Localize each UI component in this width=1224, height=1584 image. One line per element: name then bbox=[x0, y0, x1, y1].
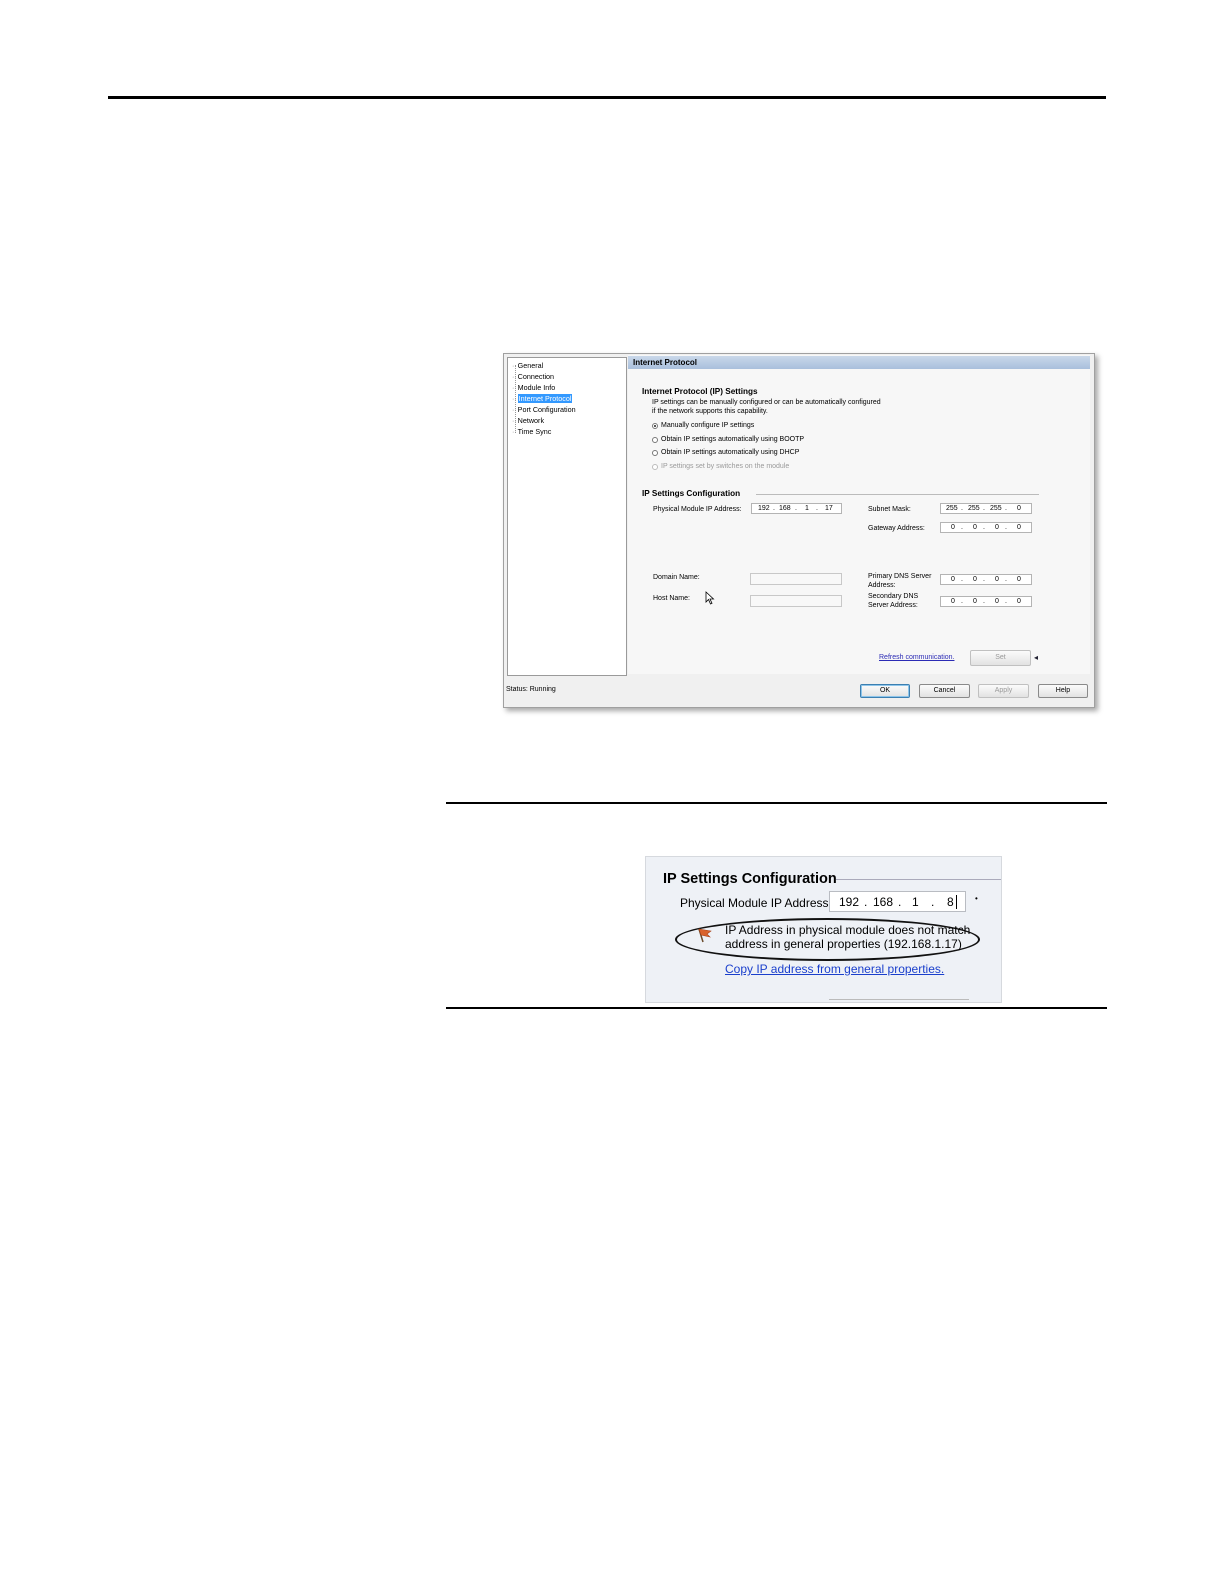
warning-line-2: address in general properties (192.168.1… bbox=[725, 937, 962, 951]
cancel-button[interactable]: Cancel bbox=[919, 684, 970, 698]
primary-dns-input[interactable]: 0. 0. 0. 0 bbox=[940, 574, 1032, 585]
zoom-config-heading: IP Settings Configuration bbox=[663, 871, 837, 887]
section-rule-top bbox=[446, 802, 1107, 804]
host-name-input[interactable] bbox=[750, 595, 842, 607]
ip-settings-description-2: if the network supports this capability. bbox=[652, 408, 768, 415]
help-button[interactable]: Help bbox=[1038, 684, 1088, 698]
tree-item-port-configuration[interactable]: ··Port Configuration bbox=[512, 405, 576, 415]
apply-button: Apply bbox=[978, 684, 1029, 698]
ip-settings-description-1: IP settings can be manually configured o… bbox=[652, 399, 881, 406]
refresh-communication-link[interactable]: Refresh communication. bbox=[879, 654, 954, 661]
ip-settings-config-heading: IP Settings Configuration bbox=[642, 489, 741, 498]
warning-line-1: IP Address in physical module does not m… bbox=[725, 923, 971, 937]
config-divider bbox=[756, 494, 1039, 495]
panel-title: Internet Protocol bbox=[628, 356, 1090, 369]
asterisk-marker-icon: • bbox=[975, 894, 978, 903]
section-rule-bottom bbox=[446, 1007, 1107, 1009]
module-properties-dialog: ··General ··Connection ··Module Info ·· I… bbox=[503, 353, 1095, 708]
host-name-label: Host Name: bbox=[653, 595, 690, 602]
secondary-dns-label-1: Secondary DNS bbox=[868, 593, 919, 600]
domain-name-input[interactable] bbox=[750, 573, 842, 585]
internet-protocol-panel: Internet Protocol Internet Protocol (IP)… bbox=[628, 355, 1090, 674]
gateway-label: Gateway Address: bbox=[868, 525, 925, 532]
zoom-heading-divider bbox=[836, 879, 1001, 880]
set-button: Set bbox=[970, 650, 1031, 666]
zoom-bottom-divider bbox=[829, 999, 969, 1000]
tree-item-time-sync[interactable]: ··Time Sync bbox=[512, 427, 551, 437]
physical-ip-input[interactable]: 192. 168. 1. 17 bbox=[751, 503, 842, 514]
text-caret bbox=[956, 895, 957, 909]
radio-dhcp[interactable] bbox=[652, 450, 658, 456]
radio-switches bbox=[652, 464, 658, 470]
category-tree: ··General ··Connection ··Module Info ·· I… bbox=[507, 357, 627, 676]
status-text: Status: Running bbox=[506, 686, 556, 693]
zoom-physical-ip-input[interactable]: 192. 168. 1. 8 bbox=[829, 891, 966, 912]
arrow-left-icon: ◂ bbox=[1034, 653, 1039, 662]
radio-bootp[interactable] bbox=[652, 437, 658, 443]
gateway-input[interactable]: 0. 0. 0. 0 bbox=[940, 522, 1032, 533]
radio-manual-label: Manually configure IP settings bbox=[661, 422, 755, 429]
secondary-dns-label-2: Server Address: bbox=[868, 602, 918, 609]
domain-name-label: Domain Name: bbox=[653, 574, 700, 581]
ip-mismatch-detail: IP Settings Configuration Physical Modul… bbox=[645, 856, 1002, 1003]
ip-mismatch-warning: IP Address in physical module does not m… bbox=[725, 923, 970, 951]
top-rule bbox=[108, 96, 1106, 99]
physical-ip-label: Physical Module IP Address: bbox=[653, 506, 742, 513]
radio-dhcp-label: Obtain IP settings automatically using D… bbox=[661, 449, 800, 456]
subnet-mask-label: Subnet Mask: bbox=[868, 506, 911, 513]
radio-switches-label: IP settings set by switches on the modul… bbox=[661, 463, 790, 470]
tree-item-general[interactable]: ··General bbox=[512, 361, 543, 371]
tree-item-internet-protocol[interactable]: ·· Internet Protocol bbox=[512, 394, 573, 404]
ip-settings-heading: Internet Protocol (IP) Settings bbox=[642, 387, 758, 396]
secondary-dns-input[interactable]: 0. 0. 0. 0 bbox=[940, 596, 1032, 607]
copy-ip-address-link[interactable]: Copy IP address from general properties. bbox=[725, 962, 944, 976]
zoom-physical-ip-label: Physical Module IP Address: bbox=[680, 896, 832, 910]
warning-flag-icon bbox=[698, 928, 712, 943]
primary-dns-label-2: Address: bbox=[868, 582, 896, 589]
radio-manual[interactable] bbox=[652, 423, 658, 429]
subnet-mask-input[interactable]: 255. 255. 255. 0 bbox=[940, 503, 1032, 514]
tree-item-module-info[interactable]: ··Module Info bbox=[512, 383, 555, 393]
ok-button[interactable]: OK bbox=[860, 684, 910, 698]
mouse-cursor-icon bbox=[705, 591, 715, 605]
tree-item-network[interactable]: ··Network bbox=[512, 416, 544, 426]
primary-dns-label-1: Primary DNS Server bbox=[868, 573, 932, 580]
tree-item-connection[interactable]: ··Connection bbox=[512, 372, 554, 382]
radio-bootp-label: Obtain IP settings automatically using B… bbox=[661, 436, 805, 443]
